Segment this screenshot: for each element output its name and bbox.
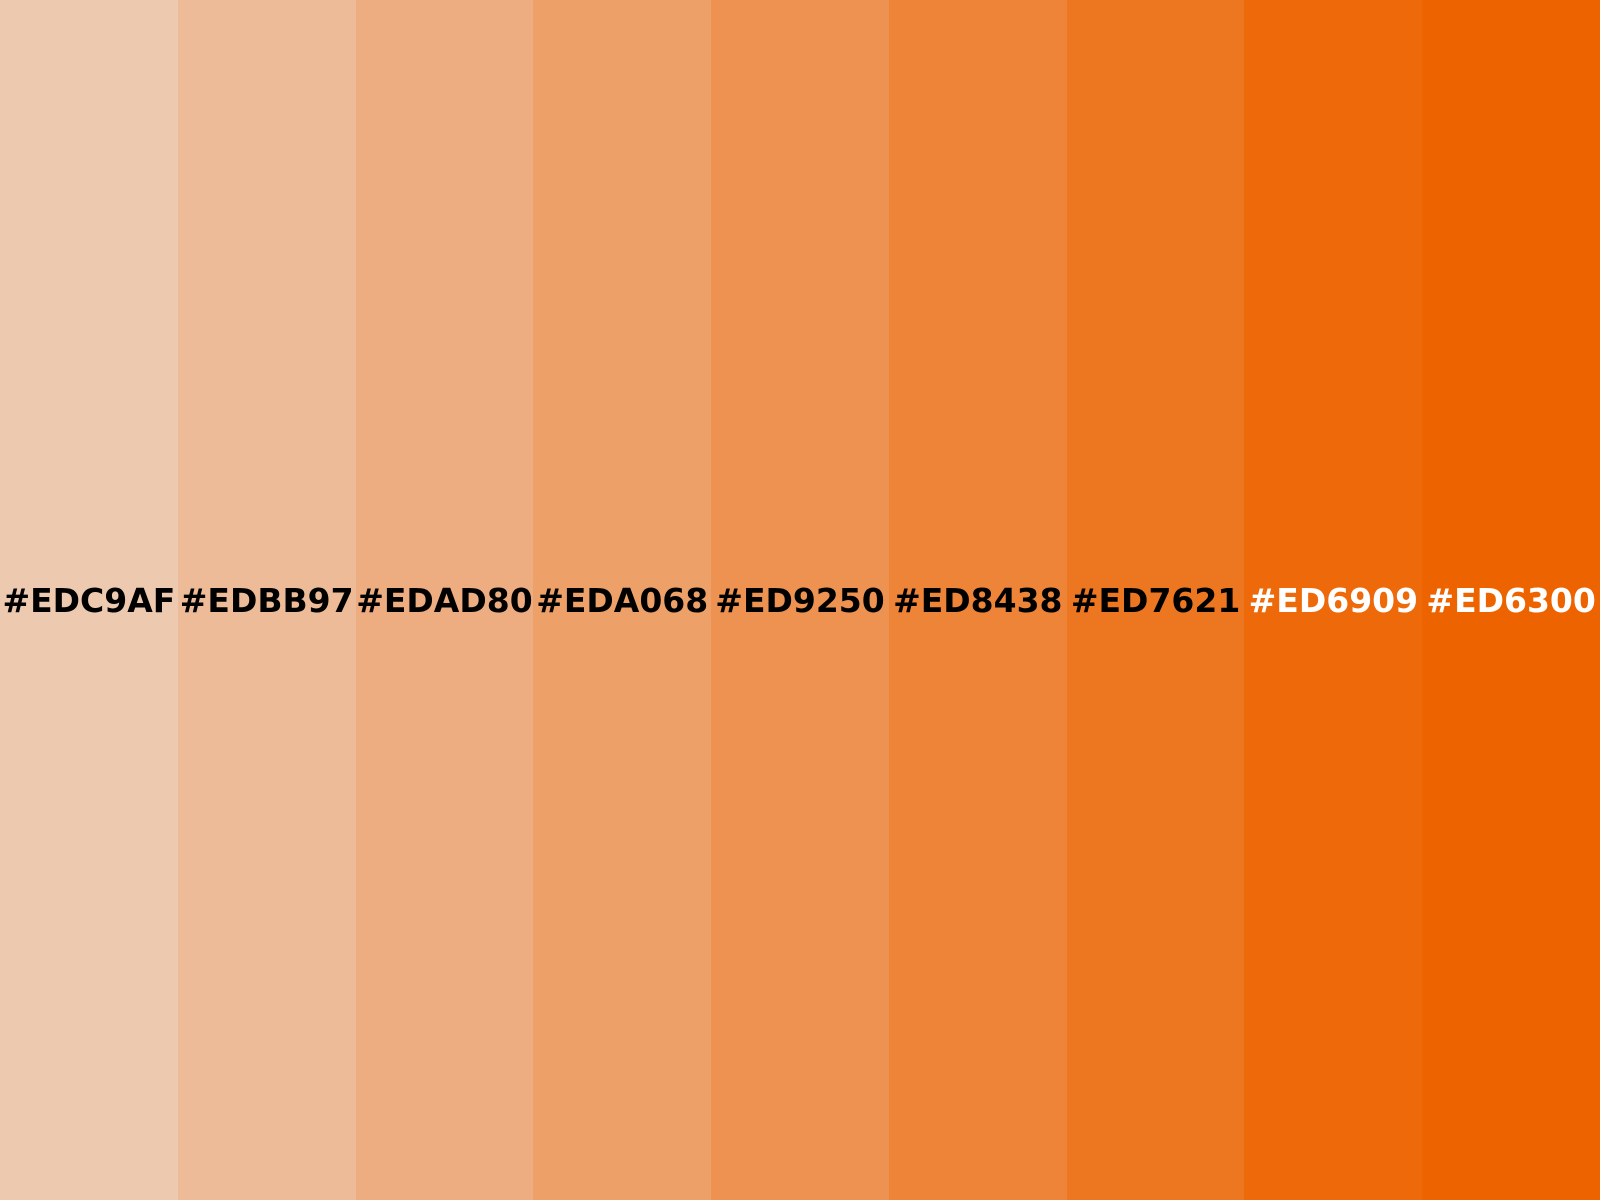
color-swatch[interactable]: #ED6300 [1422,0,1600,1200]
hex-code-label: #EDC9AF [2,580,176,620]
color-swatch[interactable]: #EDA068 [533,0,712,1200]
hex-code-label: #EDBB97 [179,580,354,620]
hex-code-label: #EDAD80 [356,580,533,620]
hex-code-label: #ED7621 [1070,580,1241,620]
color-swatch[interactable]: #ED9250 [711,0,889,1200]
color-swatch[interactable]: #EDBB97 [177,0,356,1200]
color-palette: #EDC9AF #EDBB97 #EDAD80 #EDA068 #ED9250 … [0,0,1600,1200]
color-swatch[interactable]: #EDC9AF [0,0,178,1200]
color-swatch[interactable]: #EDAD80 [355,0,534,1200]
color-swatch[interactable]: #ED8438 [888,0,1067,1200]
hex-code-label: #ED6300 [1426,580,1596,620]
hex-code-label: #ED9250 [715,580,885,620]
color-swatch[interactable]: #ED6909 [1244,0,1423,1200]
hex-code-label: #EDA068 [536,580,709,620]
hex-code-label: #ED6909 [1248,580,1419,620]
hex-code-label: #ED8438 [893,580,1063,620]
color-swatch[interactable]: #ED7621 [1066,0,1245,1200]
